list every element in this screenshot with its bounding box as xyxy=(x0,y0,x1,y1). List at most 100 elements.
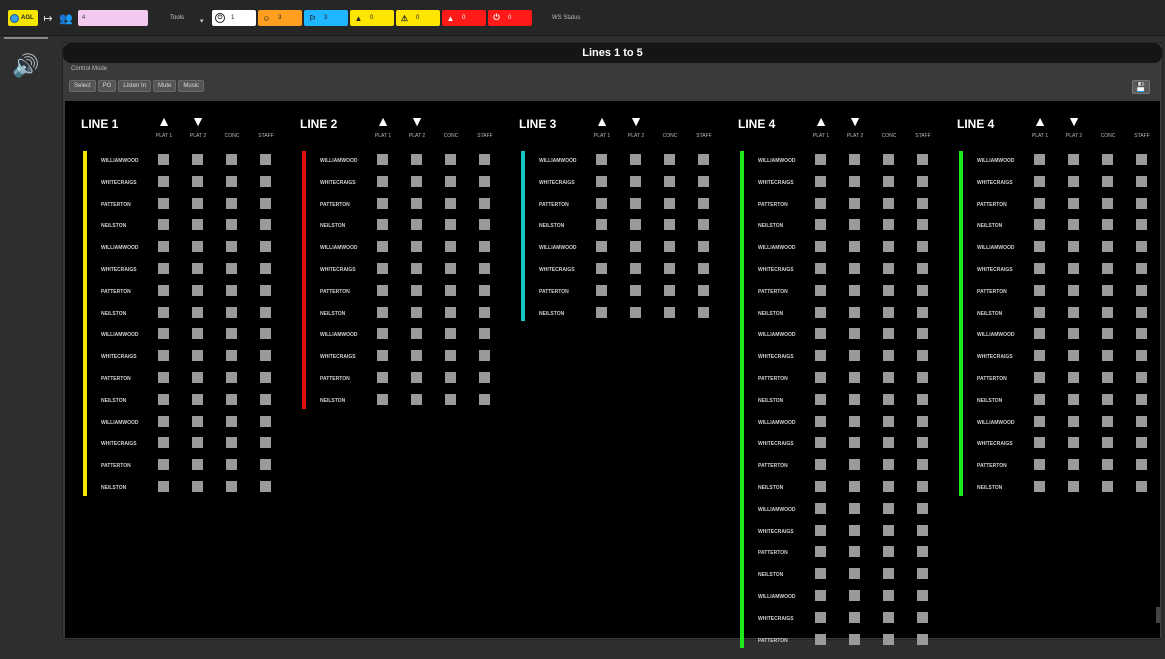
zone-select-square[interactable] xyxy=(849,328,860,340)
zone-select-square[interactable] xyxy=(445,154,456,165)
zone-select-square[interactable] xyxy=(1136,197,1147,209)
zone-select-square[interactable] xyxy=(411,350,422,362)
select-button[interactable]: Select xyxy=(69,80,96,92)
zone-select-square[interactable] xyxy=(1136,393,1147,405)
zone-select-square[interactable] xyxy=(1068,306,1079,318)
zone-select-square[interactable] xyxy=(411,372,422,383)
zone-select-square[interactable] xyxy=(664,263,675,274)
zone-select-square[interactable] xyxy=(1034,175,1045,187)
zone-select-square[interactable] xyxy=(596,284,607,296)
zone-select-square[interactable] xyxy=(917,175,928,187)
zone-select-square[interactable] xyxy=(158,328,169,340)
zone-select-square[interactable] xyxy=(849,568,860,580)
zone-select-square[interactable] xyxy=(1136,241,1147,253)
zone-select-square[interactable] xyxy=(192,393,203,405)
arrow-down-icon[interactable]: ▼ xyxy=(191,114,205,128)
zone-select-square[interactable] xyxy=(1068,219,1079,231)
zone-select-square[interactable] xyxy=(479,175,490,187)
zone-select-square[interactable] xyxy=(883,546,894,558)
zone-select-square[interactable] xyxy=(698,197,709,209)
zone-select-square[interactable] xyxy=(917,481,928,492)
zone-select-square[interactable] xyxy=(1102,241,1113,253)
arrow-up-icon[interactable]: ▲ xyxy=(814,114,828,128)
counter-smiley-orange[interactable]: ☺ 3 xyxy=(258,10,302,26)
zone-select-square[interactable] xyxy=(192,459,203,471)
zone-select-square[interactable] xyxy=(596,154,607,165)
zone-select-square[interactable] xyxy=(1068,154,1079,165)
arrow-down-icon[interactable]: ▼ xyxy=(1067,114,1081,128)
zone-select-square[interactable] xyxy=(192,197,203,209)
zone-select-square[interactable] xyxy=(1136,481,1147,492)
zone-select-square[interactable] xyxy=(1102,306,1113,318)
arrow-up-icon[interactable]: ▲ xyxy=(376,114,390,128)
zone-select-square[interactable] xyxy=(377,219,388,231)
zone-select-square[interactable] xyxy=(815,197,826,209)
zone-select-square[interactable] xyxy=(917,350,928,362)
zone-select-square[interactable] xyxy=(479,393,490,405)
zone-select-square[interactable] xyxy=(158,415,169,427)
zone-select-square[interactable] xyxy=(1034,350,1045,362)
arrow-up-icon[interactable]: ▲ xyxy=(157,114,171,128)
zone-select-square[interactable] xyxy=(226,393,237,405)
zone-select-square[interactable] xyxy=(917,263,928,274)
zone-select-square[interactable] xyxy=(260,219,271,231)
zone-select-square[interactable] xyxy=(260,306,271,318)
zone-select-square[interactable] xyxy=(226,437,237,449)
zone-select-square[interactable] xyxy=(260,328,271,340)
zone-select-square[interactable] xyxy=(849,633,860,645)
zone-select-square[interactable] xyxy=(815,415,826,427)
zone-select-square[interactable] xyxy=(1102,328,1113,340)
zone-select-square[interactable] xyxy=(698,241,709,253)
logout-icon[interactable]: ↦ xyxy=(42,10,54,26)
zone-select-square[interactable] xyxy=(479,328,490,340)
zone-select-square[interactable] xyxy=(445,306,456,318)
zone-select-square[interactable] xyxy=(1068,415,1079,427)
zone-select-square[interactable] xyxy=(260,197,271,209)
zone-select-square[interactable] xyxy=(849,372,860,383)
zone-select-square[interactable] xyxy=(883,263,894,274)
counter-power-red[interactable]: ⏻ 0 xyxy=(488,10,532,26)
zone-select-square[interactable] xyxy=(1136,306,1147,318)
zone-select-square[interactable] xyxy=(1102,219,1113,231)
zone-select-square[interactable] xyxy=(849,502,860,514)
zone-select-square[interactable] xyxy=(815,372,826,383)
zone-select-square[interactable] xyxy=(815,284,826,296)
zone-select-square[interactable] xyxy=(260,175,271,187)
zone-select-square[interactable] xyxy=(411,393,422,405)
zone-select-square[interactable] xyxy=(260,263,271,274)
zone-select-square[interactable] xyxy=(815,459,826,471)
zone-select-square[interactable] xyxy=(849,546,860,558)
zone-select-square[interactable] xyxy=(260,372,271,383)
users-icon[interactable]: 👥 xyxy=(58,10,74,26)
zone-select-square[interactable] xyxy=(226,350,237,362)
zone-select-square[interactable] xyxy=(630,197,641,209)
zone-select-square[interactable] xyxy=(158,459,169,471)
zone-select-square[interactable] xyxy=(1136,328,1147,340)
zone-select-square[interactable] xyxy=(1102,154,1113,165)
zone-select-square[interactable] xyxy=(411,306,422,318)
zone-select-square[interactable] xyxy=(1102,437,1113,449)
zone-select-square[interactable] xyxy=(1102,197,1113,209)
zone-select-square[interactable] xyxy=(1068,459,1079,471)
zone-select-square[interactable] xyxy=(226,219,237,231)
zone-select-square[interactable] xyxy=(1102,372,1113,383)
zone-select-square[interactable] xyxy=(158,284,169,296)
zone-select-square[interactable] xyxy=(1136,372,1147,383)
zone-select-square[interactable] xyxy=(1034,284,1045,296)
zone-select-square[interactable] xyxy=(479,197,490,209)
zone-select-square[interactable] xyxy=(883,437,894,449)
zone-select-square[interactable] xyxy=(226,328,237,340)
zone-select-square[interactable] xyxy=(698,306,709,318)
zone-select-square[interactable] xyxy=(630,175,641,187)
zone-select-square[interactable] xyxy=(815,350,826,362)
zone-select-square[interactable] xyxy=(698,175,709,187)
zone-select-square[interactable] xyxy=(917,590,928,601)
zone-select-square[interactable] xyxy=(192,437,203,449)
zone-select-square[interactable] xyxy=(377,284,388,296)
zone-select-square[interactable] xyxy=(377,372,388,383)
zone-select-square[interactable] xyxy=(883,154,894,165)
zone-select-square[interactable] xyxy=(226,481,237,492)
zone-select-square[interactable] xyxy=(411,241,422,253)
zone-select-square[interactable] xyxy=(192,284,203,296)
zone-select-square[interactable] xyxy=(445,175,456,187)
